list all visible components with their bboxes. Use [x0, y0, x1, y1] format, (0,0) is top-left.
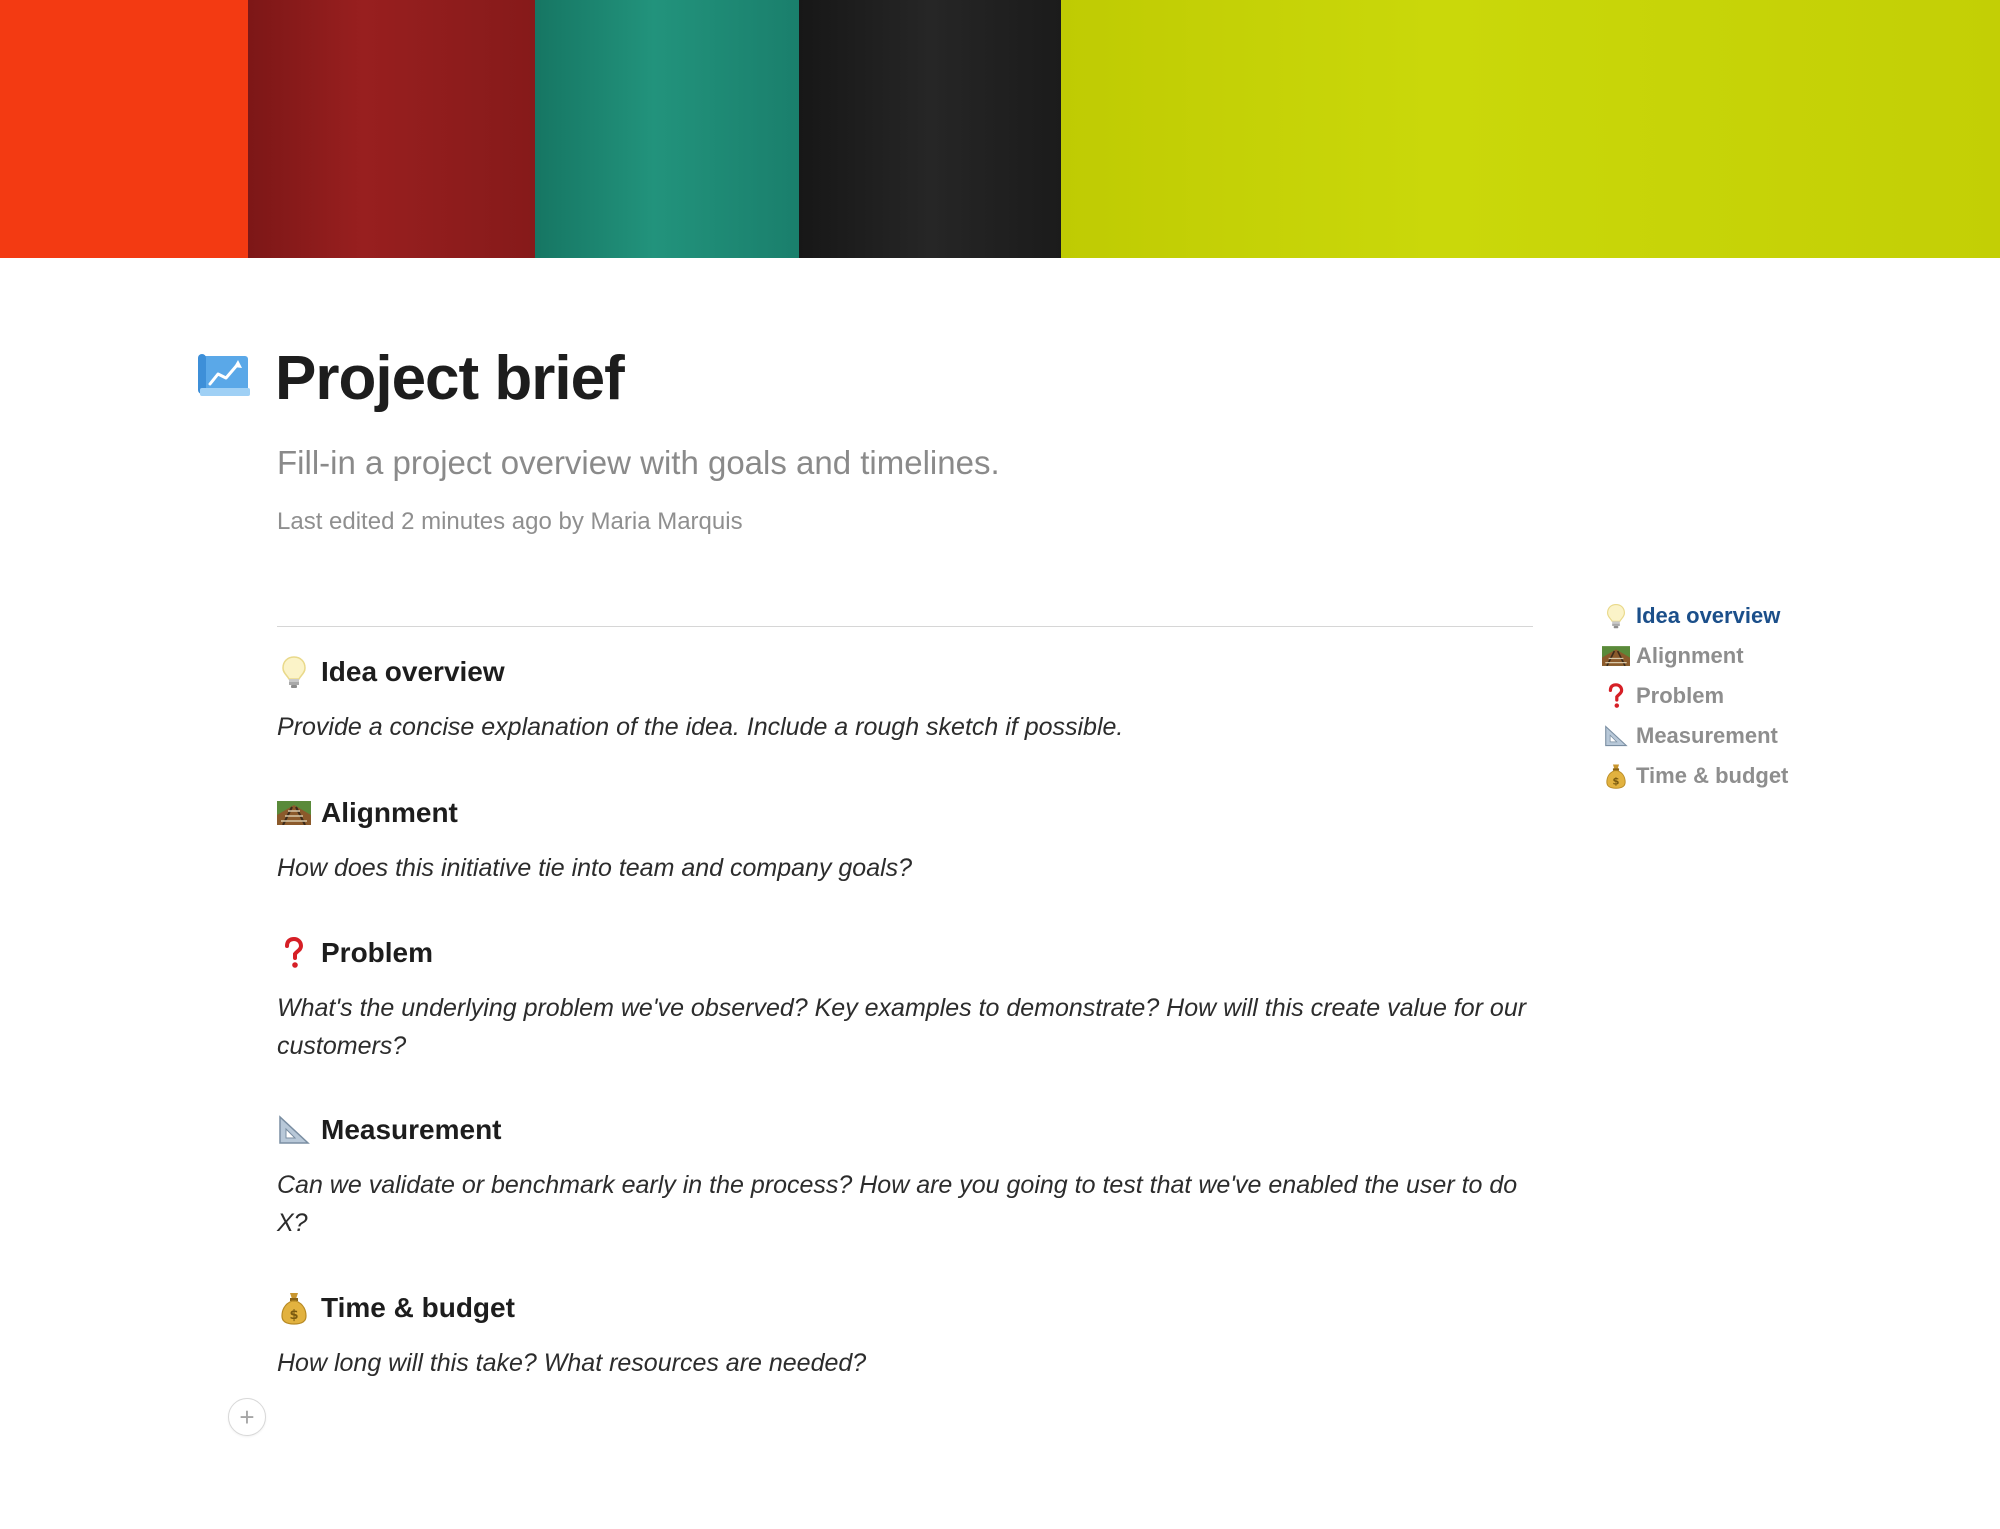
section-heading[interactable]: $ Time & budget [277, 1288, 1533, 1328]
toc-label: Problem [1636, 683, 1725, 708]
cover-band-black [799, 0, 1061, 258]
toc-label: Time & budget [1636, 763, 1789, 788]
cover-band-teal [535, 0, 799, 258]
toc-label: Alignment [1636, 643, 1744, 668]
section-heading-text: Idea overview [321, 656, 505, 687]
add-block-button[interactable]: + [228, 1398, 266, 1436]
section-heading[interactable]: Idea overview [277, 652, 1533, 692]
railway-track-icon [1602, 642, 1630, 670]
svg-text:$: $ [1613, 776, 1620, 787]
toc-item-idea-overview[interactable]: Idea overview [1602, 596, 1862, 636]
section-body[interactable]: What's the underlying problem we've obse… [277, 989, 1533, 1065]
plus-icon: + [239, 1402, 255, 1432]
svg-text:$: $ [289, 1308, 298, 1323]
last-edited-info: Last edited 2 minutes ago by Maria Marqu… [277, 508, 743, 535]
section-idea-overview: Idea overview Provide a concise explanat… [277, 652, 1533, 746]
red-question-mark-icon [1602, 682, 1630, 710]
toc-item-measurement[interactable]: Measurement [1602, 716, 1862, 756]
cover-band-orange [0, 0, 248, 258]
section-time-budget: $ Time & budget How long will this take?… [277, 1288, 1533, 1382]
section-heading-text: Alignment [321, 797, 458, 828]
section-heading-text: Problem [321, 937, 434, 968]
lightbulb-icon [1602, 602, 1630, 630]
triangular-ruler-icon [1602, 722, 1630, 750]
toc-label: Measurement [1636, 723, 1778, 748]
toc-label: Idea overview [1636, 603, 1781, 628]
section-heading[interactable]: Problem [277, 933, 1533, 973]
divider [277, 626, 1533, 627]
toc-item-problem[interactable]: Problem [1602, 676, 1862, 716]
section-heading[interactable]: Measurement [277, 1110, 1533, 1150]
toc-item-alignment[interactable]: Alignment [1602, 636, 1862, 676]
section-problem: Problem What's the underlying problem we… [277, 933, 1533, 1065]
lightbulb-icon [277, 655, 311, 689]
section-body[interactable]: How long will this take? What resources … [277, 1344, 1533, 1382]
section-heading-text: Time & budget [321, 1292, 515, 1323]
cover-image[interactable] [0, 0, 2000, 258]
section-alignment: Alignment How does this initiative tie i… [277, 793, 1533, 887]
money-bag-icon: $ [277, 1291, 311, 1325]
toc-item-time-budget[interactable]: $ Time & budget [1602, 756, 1862, 796]
red-question-mark-icon [277, 936, 311, 970]
chart-increasing-icon[interactable] [198, 352, 252, 398]
money-bag-icon: $ [1602, 762, 1630, 790]
section-body[interactable]: Provide a concise explanation of the ide… [277, 708, 1533, 746]
page-subtitle: Fill-in a project overview with goals an… [277, 444, 1000, 481]
table-of-contents: Idea overview Alignment Problem Measurem… [1602, 596, 1862, 796]
cover-band-lime [1061, 0, 2000, 258]
page-title[interactable]: Project brief [275, 340, 625, 418]
railway-track-icon [277, 796, 311, 830]
section-body[interactable]: How does this initiative tie into team a… [277, 849, 1533, 887]
section-body[interactable]: Can we validate or benchmark early in th… [277, 1166, 1533, 1242]
cover-band-maroon [248, 0, 535, 258]
triangular-ruler-icon [277, 1113, 311, 1147]
section-measurement: Measurement Can we validate or benchmark… [277, 1110, 1533, 1242]
section-heading-text: Measurement [321, 1114, 502, 1145]
section-heading[interactable]: Alignment [277, 793, 1533, 833]
page: Project brief Fill-in a project overview… [0, 0, 2000, 1529]
